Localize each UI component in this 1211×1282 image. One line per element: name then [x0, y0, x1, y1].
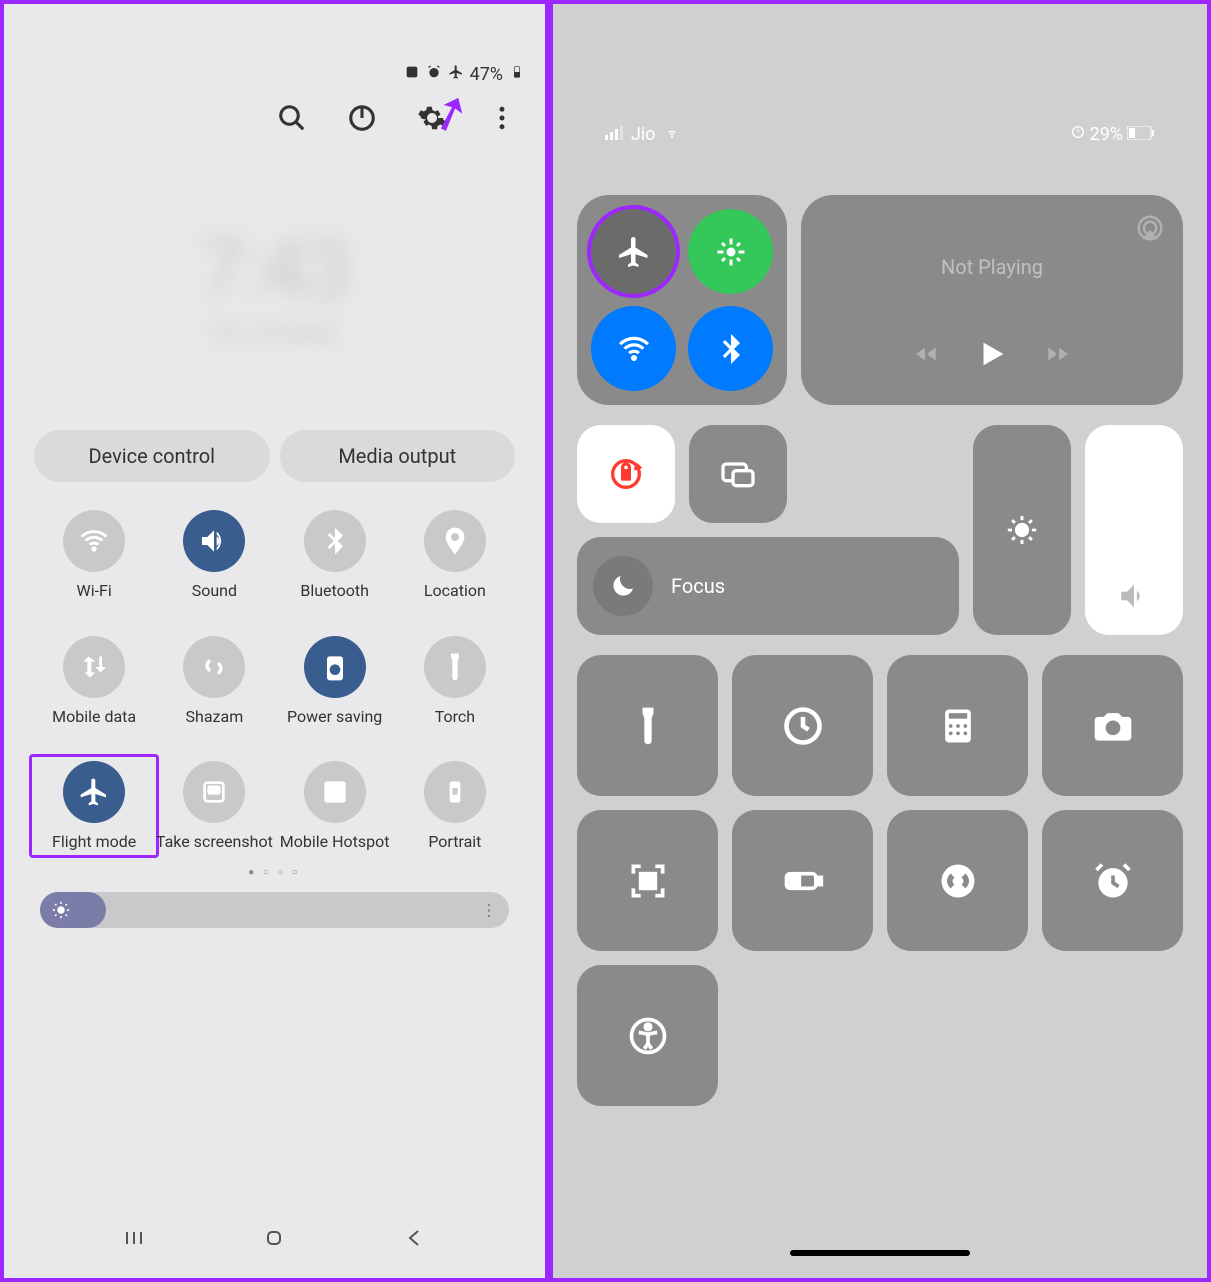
- page-indicator: ● ○ ○ ○: [24, 867, 525, 878]
- lockscreen-clock: 7:43 Thu, 6 October: [24, 223, 525, 345]
- tile-torch[interactable]: Torch: [395, 636, 515, 726]
- low-power-button[interactable]: [732, 810, 873, 951]
- status-bar: Jio 29%: [577, 124, 1183, 145]
- calculator-button[interactable]: [887, 655, 1028, 796]
- camera-button[interactable]: [1042, 655, 1183, 796]
- more-button[interactable]: [487, 103, 517, 133]
- clock-time: 7:43: [24, 223, 525, 317]
- tile-portrait[interactable]: Portrait: [395, 761, 515, 851]
- status-bar: 47%: [24, 64, 525, 85]
- wifi-toggle[interactable]: [591, 306, 676, 391]
- airplane-mode-toggle[interactable]: [587, 205, 680, 298]
- battery-percent: 29%: [1090, 124, 1123, 145]
- now-playing-label: Not Playing: [941, 255, 1043, 279]
- tile-wifi[interactable]: Wi-Fi: [34, 510, 154, 600]
- settings-button[interactable]: [417, 103, 447, 133]
- tile-power-saving[interactable]: Power saving: [275, 636, 395, 726]
- nav-back[interactable]: [403, 1226, 427, 1254]
- rewind-button[interactable]: [913, 341, 939, 371]
- wifi-icon: [662, 124, 682, 145]
- alarm-icon: [426, 64, 442, 85]
- nav-bar: [4, 1226, 545, 1254]
- shazam-button[interactable]: [887, 810, 1028, 951]
- nav-home[interactable]: [262, 1226, 286, 1254]
- tile-hotspot[interactable]: Mobile Hotspot: [275, 761, 395, 851]
- tile-shazam[interactable]: Shazam: [154, 636, 274, 726]
- brightness-slider[interactable]: [973, 425, 1071, 635]
- tile-location[interactable]: Location: [395, 510, 515, 600]
- tile-flight-mode[interactable]: Flight mode: [29, 754, 159, 858]
- screen-mirroring-button[interactable]: [689, 425, 787, 523]
- flashlight-button[interactable]: [577, 655, 718, 796]
- orientation-lock-icon: [1070, 124, 1086, 145]
- home-indicator[interactable]: [790, 1250, 970, 1256]
- focus-label: Focus: [671, 574, 725, 598]
- airplay-icon[interactable]: [1135, 213, 1165, 247]
- tab-device-control[interactable]: Device control: [34, 430, 270, 482]
- cellular-data-toggle[interactable]: [688, 209, 773, 294]
- battery-icon: [509, 64, 525, 85]
- nav-recents[interactable]: [122, 1226, 146, 1254]
- android-quick-settings: 47% ➚ 7:43 Thu, 6 October Device control…: [0, 0, 549, 1282]
- accessibility-button[interactable]: [577, 965, 718, 1106]
- orientation-lock-button[interactable]: [577, 425, 675, 523]
- play-button[interactable]: [975, 337, 1009, 375]
- search-button[interactable]: [277, 103, 307, 133]
- toolbar: [24, 103, 525, 133]
- moon-icon: [593, 556, 653, 616]
- tile-sound[interactable]: Sound: [154, 510, 274, 600]
- tab-media-output[interactable]: Media output: [280, 430, 516, 482]
- forward-button[interactable]: [1045, 341, 1071, 371]
- alarm-button[interactable]: [1042, 810, 1183, 951]
- app-icon: [404, 64, 420, 85]
- tile-bluetooth[interactable]: Bluetooth: [275, 510, 395, 600]
- tile-mobile-data[interactable]: Mobile data: [34, 636, 154, 726]
- clock-date: Thu, 6 October: [24, 321, 525, 345]
- timer-button[interactable]: [732, 655, 873, 796]
- connectivity-group: [577, 195, 787, 405]
- carrier-label: Jio: [631, 124, 656, 145]
- signal-icon: [605, 124, 625, 145]
- brightness-slider[interactable]: ⋮: [40, 892, 509, 928]
- airplane-status-icon: [448, 64, 464, 85]
- ios-control-center: Jio 29% Not Playing: [549, 0, 1211, 1282]
- bluetooth-toggle[interactable]: [688, 306, 773, 391]
- focus-button[interactable]: Focus: [577, 537, 959, 635]
- brightness-more-icon[interactable]: ⋮: [481, 900, 497, 919]
- qr-scanner-button[interactable]: [577, 810, 718, 951]
- battery-icon: [1127, 124, 1155, 145]
- volume-slider[interactable]: [1085, 425, 1183, 635]
- media-controls[interactable]: Not Playing: [801, 195, 1183, 405]
- tile-screenshot[interactable]: Take screenshot: [154, 761, 274, 851]
- power-button[interactable]: [347, 103, 377, 133]
- battery-percent: 47%: [470, 64, 503, 85]
